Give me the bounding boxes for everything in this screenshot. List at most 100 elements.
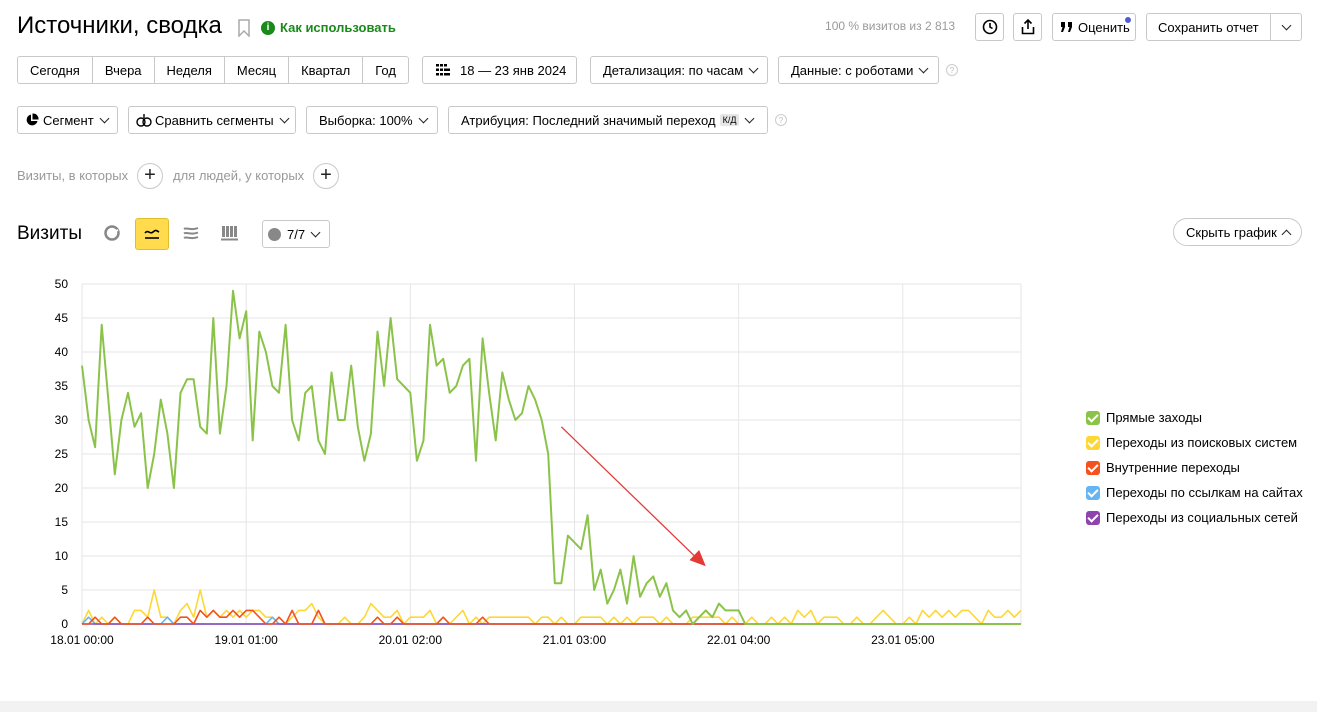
period-week[interactable]: Неделя [155, 57, 225, 83]
rate-button[interactable]: Оценить [1052, 13, 1136, 41]
history-button[interactable] [975, 13, 1004, 41]
visits-filter-label: Визиты, в которых [17, 168, 129, 183]
x-tick-label: 18.01 00:00 [50, 633, 114, 647]
bookmark-icon[interactable] [238, 19, 250, 40]
chevron-down-icon [418, 113, 429, 123]
annotation-arrow-line [560, 426, 699, 560]
legend-item[interactable]: Переходы из поисковых систем [1086, 435, 1297, 450]
y-tick-label: 50 [54, 277, 68, 291]
series-line-1 [81, 589, 1022, 625]
pie-chart-icon [104, 225, 120, 241]
data-dropdown[interactable]: Данные: с роботами [778, 56, 939, 84]
period-yesterday[interactable]: Вчера [93, 57, 155, 83]
y-tick-label: 30 [54, 413, 68, 427]
clock-icon [982, 19, 997, 35]
legend-item[interactable]: Прямые заходы [1086, 410, 1202, 425]
x-tick-label: 21.01 03:00 [542, 633, 607, 647]
series-toggle[interactable]: 7/7 [262, 220, 330, 248]
chart-grid [81, 283, 1022, 625]
legend-item[interactable]: Переходы из социальных сетей [1086, 510, 1298, 525]
chevron-down-icon [744, 113, 755, 123]
checkbox-icon[interactable] [1086, 410, 1100, 425]
people-filter-label: для людей, у которых [173, 168, 305, 183]
help-icon[interactable]: ? [775, 114, 787, 126]
detail-label: Детализация: по часам [603, 62, 744, 78]
export-button[interactable] [1013, 13, 1042, 41]
hide-chart-label: Скрыть график [1186, 224, 1277, 240]
legend-label: Внутренние переходы [1106, 460, 1240, 475]
period-month[interactable]: Месяц [225, 57, 290, 83]
calendar-icon [436, 64, 450, 76]
legend-label: Переходы из социальных сетей [1106, 510, 1298, 525]
pie-chart-button[interactable] [104, 225, 122, 243]
visits-chart [81, 283, 1022, 625]
series-toggle-label: 7/7 [287, 226, 306, 242]
period-year[interactable]: Год [363, 57, 408, 83]
pie-icon [26, 113, 39, 126]
x-tick-label: 22.01 04:00 [706, 633, 771, 647]
y-tick-label: 15 [54, 515, 68, 529]
save-report-label: Сохранить отчет [1158, 19, 1259, 35]
bar-chart-button[interactable] [221, 225, 238, 244]
notification-dot [1124, 16, 1132, 24]
compare-segments-dropdown[interactable]: Сравнить сегменты [128, 106, 296, 134]
attribution-dropdown[interactable]: Атрибуция: Последний значимый переход К/… [448, 106, 768, 134]
save-report-dropdown[interactable] [1270, 14, 1301, 40]
chevron-down-icon [748, 63, 759, 73]
checkbox-icon[interactable] [1086, 435, 1100, 450]
compare-label: Сравнить сегменты [155, 112, 274, 128]
page-title: Источники, сводка [17, 12, 222, 39]
share-icon [1021, 19, 1034, 35]
checkbox-icon[interactable] [1086, 460, 1100, 475]
bar-chart-icon [221, 226, 238, 241]
legend-label: Прямые заходы [1106, 410, 1203, 425]
y-tick-label: 40 [54, 345, 68, 359]
y-tick-label: 35 [54, 379, 68, 393]
y-tick-label: 0 [61, 617, 68, 631]
sample-label: Выборка: 100% [319, 112, 413, 128]
period-today[interactable]: Сегодня [18, 57, 93, 83]
metric-title: Визиты [17, 223, 82, 244]
add-people-filter-button[interactable]: + [313, 163, 339, 189]
legend-item[interactable]: Внутренние переходы [1086, 460, 1240, 475]
chevron-down-icon [99, 113, 110, 123]
save-report-button[interactable]: Сохранить отчет [1146, 13, 1302, 41]
data-label: Данные: с роботами [791, 62, 914, 78]
chart-annotation [560, 426, 706, 567]
comment-icon [268, 227, 281, 241]
legend-item[interactable]: Переходы по ссылкам на сайтах [1086, 485, 1303, 500]
attribution-badge: К/Д [719, 114, 740, 126]
period-quarter[interactable]: Квартал [289, 57, 364, 83]
chevron-up-icon [1281, 229, 1292, 239]
x-tick-label: 20.01 02:00 [378, 633, 443, 647]
segment-label: Сегмент [43, 112, 94, 128]
sample-dropdown[interactable]: Выборка: 100% [306, 106, 438, 134]
add-visits-filter-button[interactable]: + [137, 163, 163, 189]
chart-series-layer [81, 289, 1022, 625]
date-range-button[interactable]: 18 — 23 янв 2024 [422, 56, 577, 84]
y-tick-label: 25 [54, 447, 68, 461]
checkbox-icon[interactable] [1086, 510, 1100, 525]
help-link[interactable]: i Как использовать [261, 20, 396, 35]
x-tick-label: 23.01 05:00 [871, 633, 935, 647]
chevron-down-icon [310, 227, 321, 237]
checkbox-icon[interactable] [1086, 485, 1100, 500]
rate-label: Оценить [1078, 19, 1130, 35]
help-icon[interactable]: ? [946, 64, 958, 76]
chevron-down-icon [279, 113, 290, 123]
attribution-label: Атрибуция: Последний значимый переход [461, 112, 716, 128]
help-link-label: Как использовать [280, 20, 396, 35]
line-chart-button[interactable] [135, 218, 169, 250]
area-chart-button[interactable] [183, 226, 199, 244]
legend-label: Переходы по ссылкам на сайтах [1106, 485, 1303, 500]
detail-dropdown[interactable]: Детализация: по часам [590, 56, 768, 84]
legend-label: Переходы из поисковых систем [1106, 435, 1298, 450]
segment-dropdown[interactable]: Сегмент [17, 106, 118, 134]
stacked-area-icon [183, 227, 199, 240]
chevron-down-icon [918, 63, 929, 73]
annotation-arrow-head [689, 550, 706, 567]
hide-chart-button[interactable]: Скрыть график [1173, 218, 1302, 246]
date-range-label: 18 — 23 янв 2024 [460, 62, 567, 78]
y-tick-label: 20 [54, 481, 68, 495]
y-tick-label: 5 [61, 583, 68, 597]
